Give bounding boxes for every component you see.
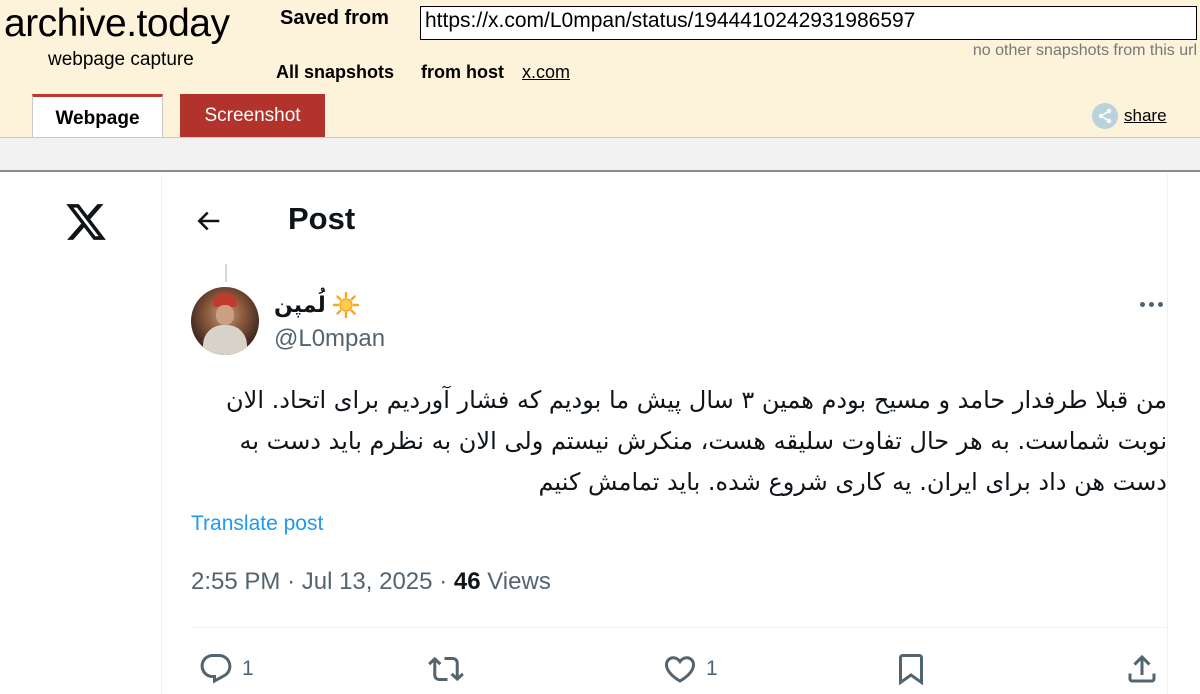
x-logo-icon[interactable] (64, 200, 108, 244)
archive-logo[interactable]: archive.today (4, 2, 230, 46)
back-arrow-icon[interactable] (193, 206, 223, 236)
saved-from-label: Saved from (280, 7, 389, 29)
share-control[interactable]: share (1092, 103, 1167, 129)
upload-share-icon[interactable] (1124, 651, 1160, 687)
sun-icon (332, 291, 359, 319)
page-title: Post (288, 201, 356, 236)
author-handle[interactable]: @L0mpan (274, 325, 385, 353)
meta-separator: · (439, 568, 448, 595)
author-display-name[interactable]: لُمپن (274, 291, 360, 319)
heart-icon[interactable] (662, 651, 698, 687)
from-host-label: from host (421, 62, 504, 82)
reply-button[interactable]: 1 (198, 651, 254, 687)
translate-post-link[interactable]: Translate post (191, 512, 323, 536)
share-link[interactable]: share (1124, 106, 1167, 126)
post-date[interactable]: Jul 13, 2025 (302, 568, 433, 595)
reply-count: 1 (242, 657, 254, 680)
avatar-face (216, 305, 234, 325)
host-link[interactable]: x.com (522, 62, 570, 83)
bookmark-icon[interactable] (893, 651, 929, 687)
meta-separator: · (287, 568, 296, 595)
tab-screenshot[interactable]: Screenshot (180, 94, 325, 138)
views-label: Views (487, 568, 551, 595)
share-icon[interactable] (1092, 103, 1118, 129)
left-navigation-rail (0, 174, 162, 694)
archive-toolbar-bar (0, 137, 1200, 172)
saved-url-field[interactable]: https://x.com/L0mpan/status/194441024293… (420, 6, 1197, 40)
archive-header: archive.today webpage capture Saved from… (0, 0, 1200, 172)
like-button[interactable]: 1 (662, 651, 718, 687)
post-time[interactable]: 2:55 PM (191, 568, 280, 595)
bookmark-button[interactable] (893, 651, 929, 687)
avatar[interactable] (191, 287, 259, 355)
all-snapshots-link[interactable]: All snapshots (276, 62, 394, 83)
avatar-body (203, 325, 247, 355)
thread-line (225, 264, 227, 282)
share-post-button[interactable] (1124, 651, 1160, 687)
author-name-text[interactable]: لُمپن (274, 292, 326, 318)
archive-logo-subtitle: webpage capture (48, 49, 194, 70)
like-count: 1 (706, 657, 718, 680)
no-other-snapshots-text: no other snapshots from this url (972, 42, 1197, 59)
tweet-text: من قبلا طرفدار حامد و مسیح بودم همین ۳ س… (226, 386, 1167, 496)
action-bar-divider (191, 627, 1167, 628)
post-metadata: 2:55 PM · Jul 13, 2025 · 46 Views (191, 568, 551, 596)
column-divider (1167, 174, 1168, 694)
retweet-icon[interactable] (428, 651, 464, 687)
reply-icon[interactable] (198, 651, 234, 687)
retweet-button[interactable] (428, 651, 472, 687)
views-count: 46 (453, 568, 481, 595)
tab-webpage[interactable]: Webpage (32, 94, 163, 140)
more-options-icon[interactable] (1140, 302, 1168, 308)
